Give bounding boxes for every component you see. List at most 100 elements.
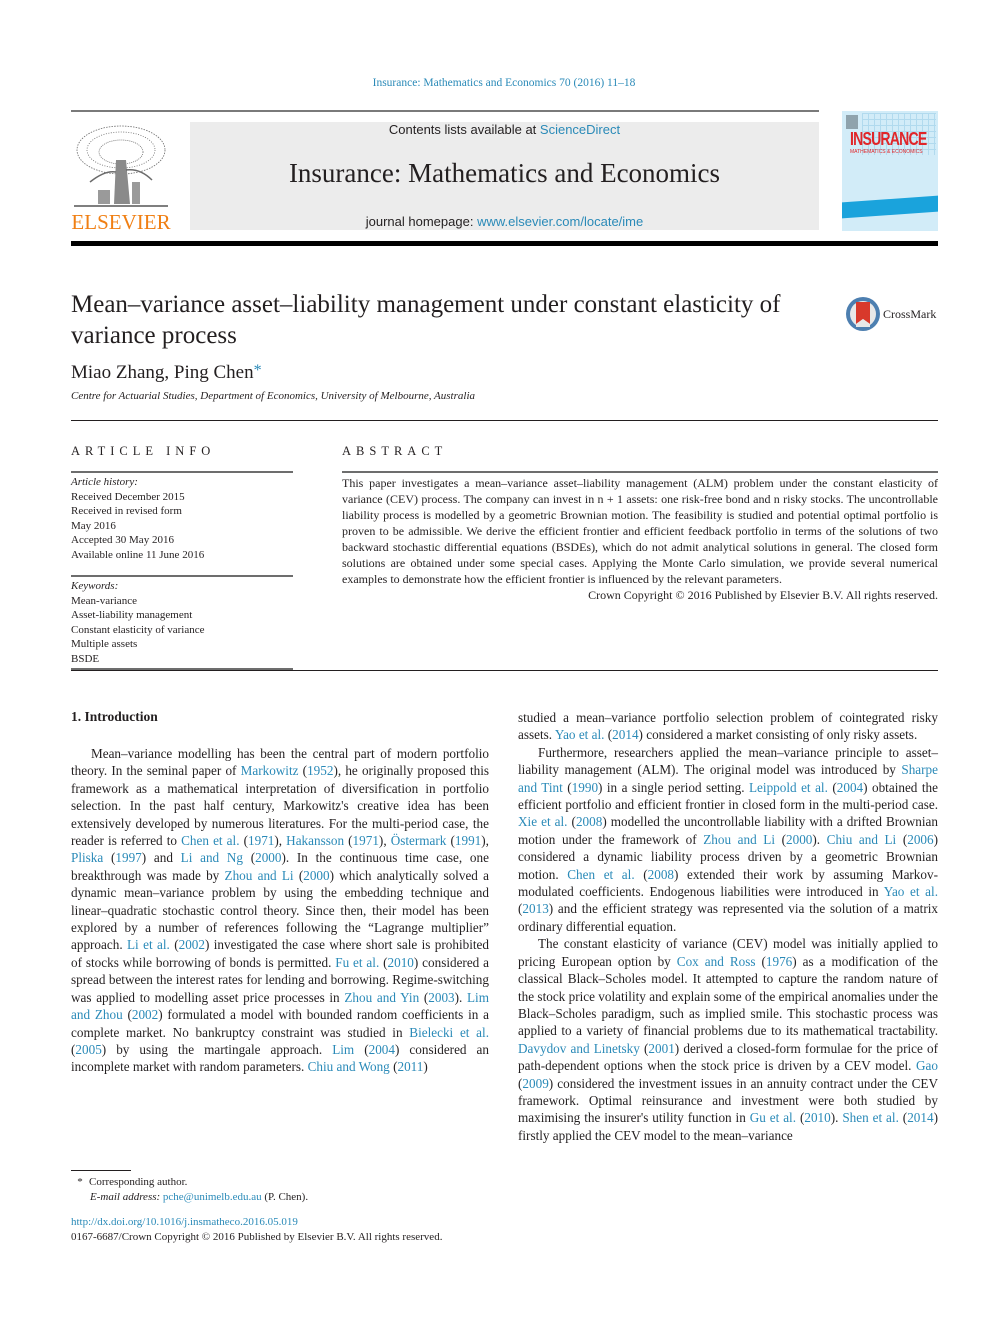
citation-link[interactable]: 2004 [837,780,863,795]
citation-link[interactable]: Markowitz [241,763,299,778]
keyword: Asset-liability management [71,609,193,621]
citation-link[interactable]: Li et al. [127,937,170,952]
citation-link[interactable]: 1990 [572,780,598,795]
paragraph: Furthermore, researchers applied the mea… [518,744,939,934]
citation-link[interactable]: Cox and Ross [677,954,756,969]
citation-link[interactable]: 1952 [307,763,333,778]
citation-link[interactable]: Pliska [71,850,103,865]
history-item: May 2016 [71,519,116,532]
citation-link[interactable]: Hakansson [286,833,344,848]
authors: Miao Zhang, Ping Chen* [71,362,262,383]
citation-link[interactable]: Lim [332,1042,354,1057]
citation-link[interactable]: 1976 [766,954,792,969]
doi-link[interactable]: http://dx.doi.org/10.1016/j.insmatheco.2… [71,1216,298,1228]
abstract: This paper investigates a mean–variance … [342,475,938,603]
citation-link[interactable]: Zhou and Yin [344,990,419,1005]
cover-title: INSURANCE [850,129,927,149]
citation-link[interactable]: Yao et al. [884,884,938,899]
abstract-copyright: Crown Copyright © 2016 Published by Else… [588,588,938,602]
cover-subtitle: MATHEMATICS & ECONOMICS [850,149,923,155]
article-info-label: ARTICLE INFO [71,444,216,458]
author-email-link[interactable]: pche@unimelb.edu.au [163,1191,262,1203]
citation-link[interactable]: 2014 [907,1110,933,1125]
keyword: BSDE [71,652,100,665]
corresponding-author-note: Corresponding author. [89,1176,188,1188]
journal-title: Insurance: Mathematics and Economics [288,158,721,188]
keyword: Mean-variance [71,594,137,607]
citation-link[interactable]: Bielecki et al. [409,1025,489,1040]
history-item: Accepted 30 May 2016 [71,534,174,546]
citation-link[interactable]: 2013 [522,901,548,916]
article-history: Article history: Received December 2015 … [71,475,293,562]
citation-link[interactable]: 2006 [907,832,933,847]
citation-link[interactable]: 2010 [388,955,414,970]
citation-link[interactable]: 1997 [115,850,141,865]
citation-link[interactable]: 2002 [179,937,205,952]
paragraph: studied a mean–variance portfolio select… [518,710,938,743]
keywords: Keywords: Mean-variance Asset-liability … [71,579,293,666]
citation-link[interactable]: Gu et al. [750,1110,796,1125]
citation-link[interactable]: 2010 [804,1110,830,1125]
affiliation: Centre for Actuarial Studies, Department… [71,390,476,402]
citation-link[interactable]: 2008 [576,814,602,829]
crossmark-icon[interactable] [845,296,881,332]
crossmark-label[interactable]: CrossMark [883,307,936,322]
citation-link[interactable]: 1991 [455,833,481,848]
citation-link[interactable]: Chen et al. [567,867,634,882]
issn-copyright: 0167-6687/Crown Copyright © 2016 Publish… [71,1231,443,1243]
divider [71,420,938,421]
elsevier-logo-text[interactable]: ELSEVIER [70,210,172,235]
citation-link[interactable]: Chen et al. [181,833,239,848]
citation-link[interactable]: 2014 [612,727,638,742]
citation-link[interactable]: Gao [916,1058,938,1073]
email-label: E-mail address: [90,1191,161,1203]
journal-cover-thumbnail[interactable]: INSURANCE MATHEMATICS & ECONOMICS [842,111,938,231]
citation-link[interactable]: Li and Ng [181,850,243,865]
citation-link[interactable]: 2005 [75,1042,101,1057]
abstract-text: This paper investigates a mean–variance … [342,476,938,586]
contents-line: Contents lists available at ScienceDirec… [388,122,621,137]
citation-link[interactable]: 2002 [132,1007,158,1022]
history-item: Received December 2015 [71,490,185,503]
abstract-label: ABSTRACT [342,444,448,458]
keywords-rule [71,575,293,577]
journal-citation-link[interactable]: Insurance: Mathematics and Economics 70 … [0,77,992,89]
journal-banner: Contents lists available at ScienceDirec… [190,122,819,230]
citation-link[interactable]: Chiu and Wong [308,1059,390,1074]
citation-link[interactable]: Chiu and Li [827,832,897,847]
journal-homepage-link[interactable]: www.elsevier.com/locate/ime [477,214,643,229]
citation-link[interactable]: Shen et al. [842,1110,899,1125]
article-info-rule [71,471,293,473]
sciencedirect-link[interactable]: ScienceDirect [540,122,620,137]
citation-link[interactable]: 2009 [522,1076,548,1091]
citation-link[interactable]: Zhou and Li [703,832,775,847]
history-item: Received in revised form [71,505,182,517]
citation-link[interactable]: 2003 [428,990,454,1005]
doi-block: http://dx.doi.org/10.1016/j.insmatheco.2… [71,1215,442,1245]
citation-link[interactable]: 2000 [255,850,281,865]
abstract-rule [342,471,938,473]
article-title: Mean–variance asset–liability management… [71,291,781,349]
citation-link[interactable]: 1971 [248,833,274,848]
citation-link[interactable]: 2011 [397,1059,423,1074]
citation-link[interactable]: 2008 [648,867,674,882]
section-heading-introduction: 1. Introduction [71,709,158,724]
citation-link[interactable]: 1971 [353,833,379,848]
citation-link[interactable]: 2004 [369,1042,395,1057]
citation-link[interactable]: Davydov and Linetsky [518,1041,640,1056]
body-column-right: studied a mean–variance portfolio select… [518,709,938,1144]
citation-link[interactable]: 2001 [648,1041,674,1056]
citation-link[interactable]: 2000 [303,868,329,883]
citation-link[interactable]: Zhou and Li [225,868,294,883]
citation-link[interactable]: Xie et al. [518,814,567,829]
cover-stripe [842,195,938,219]
citation-link[interactable]: Östermark [391,833,447,848]
keyword: Constant elasticity of variance [71,623,205,636]
citation-link[interactable]: Yao et al. [555,727,605,742]
citation-link[interactable]: Leippold et al. [749,780,828,795]
keywords-label: Keywords: [71,580,119,592]
citation-link[interactable]: Fu et al. [335,955,379,970]
corresponding-author-mark[interactable]: * [254,362,262,379]
citation-link[interactable]: 2000 [786,832,812,847]
header-rule [71,110,819,112]
